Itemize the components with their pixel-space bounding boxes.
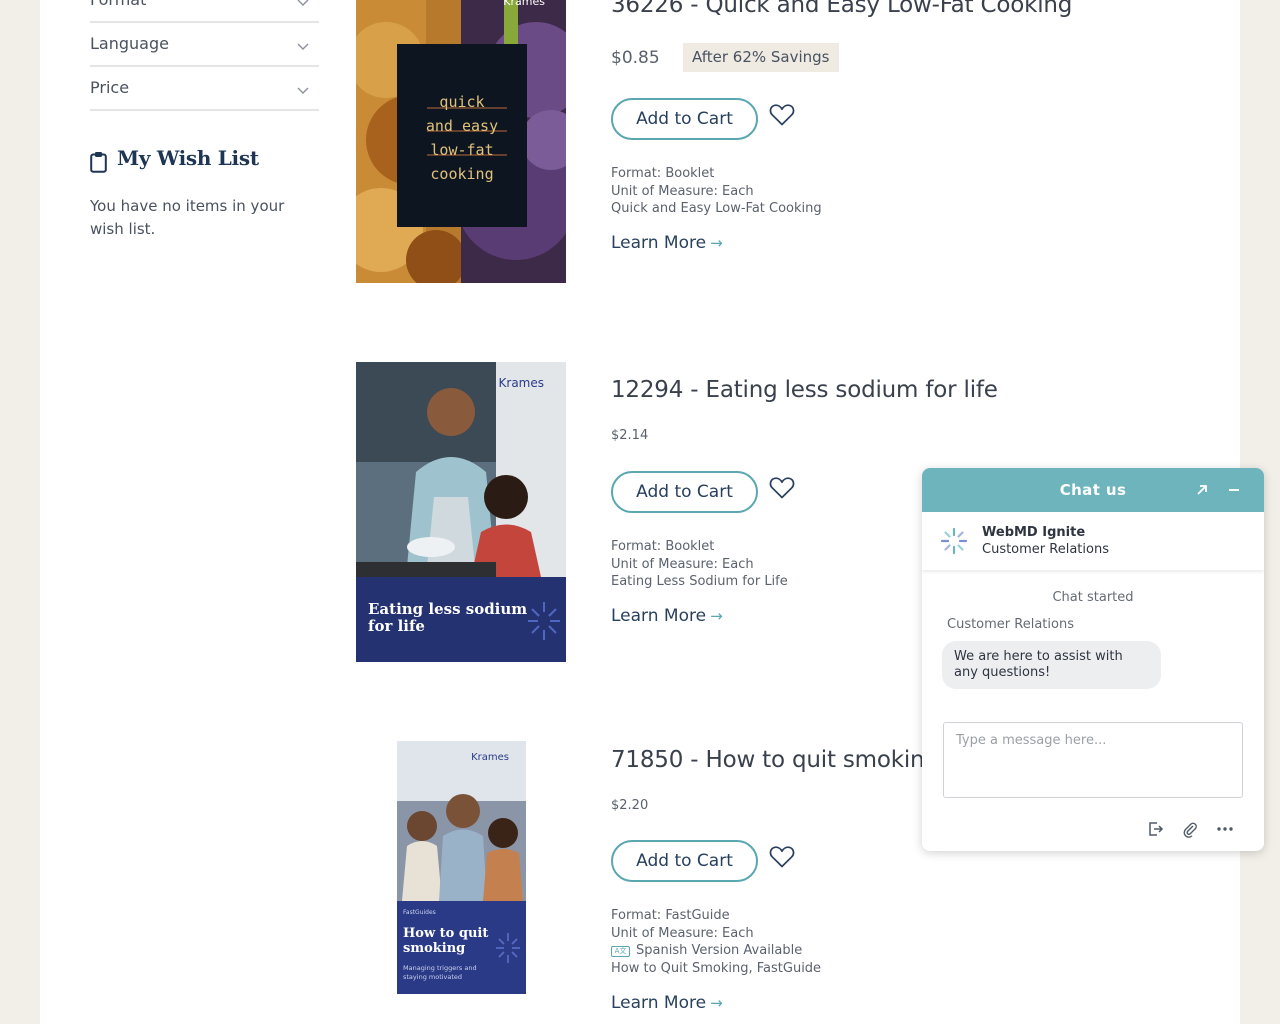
product-title[interactable]: 36226 - Quick and Easy Low-Fat Cooking xyxy=(611,0,1072,18)
filter-price[interactable]: Price xyxy=(90,66,319,111)
cover-subtitle: staying motivated xyxy=(403,973,462,981)
paperclip-icon[interactable] xyxy=(1180,820,1200,838)
end-chat-icon[interactable] xyxy=(1145,820,1165,838)
cover-brand: Krames xyxy=(499,376,544,390)
product-image[interactable]: FastGuides How to quit smoking Managing … xyxy=(397,741,526,994)
more-icon[interactable] xyxy=(1215,820,1235,838)
chat-status: Chat started xyxy=(1052,590,1134,605)
learn-more-link[interactable]: Learn More → xyxy=(611,606,723,626)
product-name: Eating Less Sodium for Life xyxy=(611,574,788,589)
spanish-version-label: Spanish Version Available xyxy=(636,943,803,958)
cover-title: How to quit xyxy=(403,926,488,941)
cover-text: and easy xyxy=(426,117,498,135)
product-image[interactable]: quick and easy low-fat cooking Krames xyxy=(356,0,566,283)
chat-widget: Chat us WebMD Ignite Customer Relations … xyxy=(922,468,1264,851)
product-format: Format: Booklet xyxy=(611,539,715,554)
arrow-right-icon: → xyxy=(710,607,723,625)
filter-format[interactable]: Format xyxy=(90,0,319,23)
agent-role: Customer Relations xyxy=(982,542,1109,557)
wishlist-heading: My Wish List xyxy=(90,146,330,176)
filter-label: Format xyxy=(90,0,146,9)
product-name: Quick and Easy Low-Fat Cooking xyxy=(611,201,822,216)
learn-more-label: Learn More xyxy=(611,993,707,1013)
cover-title: Eating less sodium xyxy=(368,600,527,618)
filter-label: Price xyxy=(90,78,130,97)
product-image[interactable]: Eating less sodium for life Krames xyxy=(356,362,566,662)
chevron-down-icon xyxy=(297,43,309,50)
add-to-cart-button[interactable]: Add to Cart xyxy=(611,840,758,882)
product-format: Format: Booklet xyxy=(611,166,715,181)
product-unit: Unit of Measure: Each xyxy=(611,183,754,199)
agent-name: WebMD Ignite xyxy=(982,525,1086,540)
cover-art: quick and easy low-fat cooking Krames xyxy=(356,0,566,283)
add-to-cart-button[interactable]: Add to Cart xyxy=(611,98,758,140)
cover-series: FastGuides xyxy=(403,909,436,916)
product-details: Format: Booklet Unit of Measure: Each Qu… xyxy=(611,165,822,218)
product-details: Format: FastGuide Unit of Measure: Each … xyxy=(611,907,821,977)
chat-agent-info: WebMD Ignite Customer Relations xyxy=(922,512,1264,570)
arrow-right-icon: → xyxy=(710,234,723,252)
learn-more-link[interactable]: Learn More → xyxy=(611,993,723,1013)
learn-more-link[interactable]: Learn More → xyxy=(611,233,723,253)
spanish-version-note: A文 Spanish Version Available xyxy=(611,942,821,960)
message-sender: Customer Relations xyxy=(947,617,1074,632)
cover-art: FastGuides How to quit smoking Managing … xyxy=(397,741,526,994)
filter-label: Language xyxy=(90,34,169,53)
chat-message: We are here to assist with any questions… xyxy=(942,641,1161,689)
chevron-down-icon xyxy=(297,87,309,94)
cover-brand: Krames xyxy=(503,0,545,8)
minimize-icon[interactable] xyxy=(1224,480,1244,500)
savings-badge: After 62% Savings xyxy=(683,43,839,72)
add-to-cart-button[interactable]: Add to Cart xyxy=(611,471,758,513)
heart-icon[interactable] xyxy=(769,845,795,869)
heart-icon[interactable] xyxy=(769,476,795,500)
cover-brand: Krames xyxy=(471,752,509,763)
cover-text: low-fat xyxy=(430,141,493,159)
heart-icon[interactable] xyxy=(769,103,795,127)
chat-message-input[interactable] xyxy=(943,722,1243,798)
cover-title: for life xyxy=(368,617,425,635)
product-name: How to Quit Smoking, FastGuide xyxy=(611,960,822,976)
clipboard-icon xyxy=(90,152,107,173)
cover-art: Eating less sodium for life Krames xyxy=(356,362,566,662)
translate-icon: A文 xyxy=(611,946,630,957)
wishlist-title: My Wish List xyxy=(117,146,259,170)
popout-icon[interactable] xyxy=(1192,480,1212,500)
cover-text: cooking xyxy=(430,165,493,183)
chat-header[interactable]: Chat us xyxy=(922,468,1264,512)
product-unit: Unit of Measure: Each xyxy=(611,925,754,941)
filter-language[interactable]: Language xyxy=(90,22,319,67)
product-unit: Unit of Measure: Each xyxy=(611,556,754,572)
cover-subtitle: Managing triggers and xyxy=(403,964,477,972)
cover-text: quick xyxy=(439,93,484,111)
product-details: Format: Booklet Unit of Measure: Each Ea… xyxy=(611,538,788,591)
learn-more-label: Learn More xyxy=(611,233,707,253)
product-title[interactable]: 12294 - Eating less sodium for life xyxy=(611,377,998,403)
chat-title: Chat us xyxy=(1059,481,1127,499)
product-price: $2.20 xyxy=(611,798,649,813)
product-price: $0.85 xyxy=(611,48,660,68)
wishlist-empty-message: You have no items in your wish list. xyxy=(90,197,285,238)
agent-logo-icon xyxy=(940,527,968,555)
product-format: Format: FastGuide xyxy=(611,908,730,923)
learn-more-label: Learn More xyxy=(611,606,707,626)
chevron-down-icon xyxy=(297,0,309,6)
cover-title: smoking xyxy=(403,941,465,956)
product-price: $2.14 xyxy=(611,428,649,443)
arrow-right-icon: → xyxy=(710,994,723,1012)
